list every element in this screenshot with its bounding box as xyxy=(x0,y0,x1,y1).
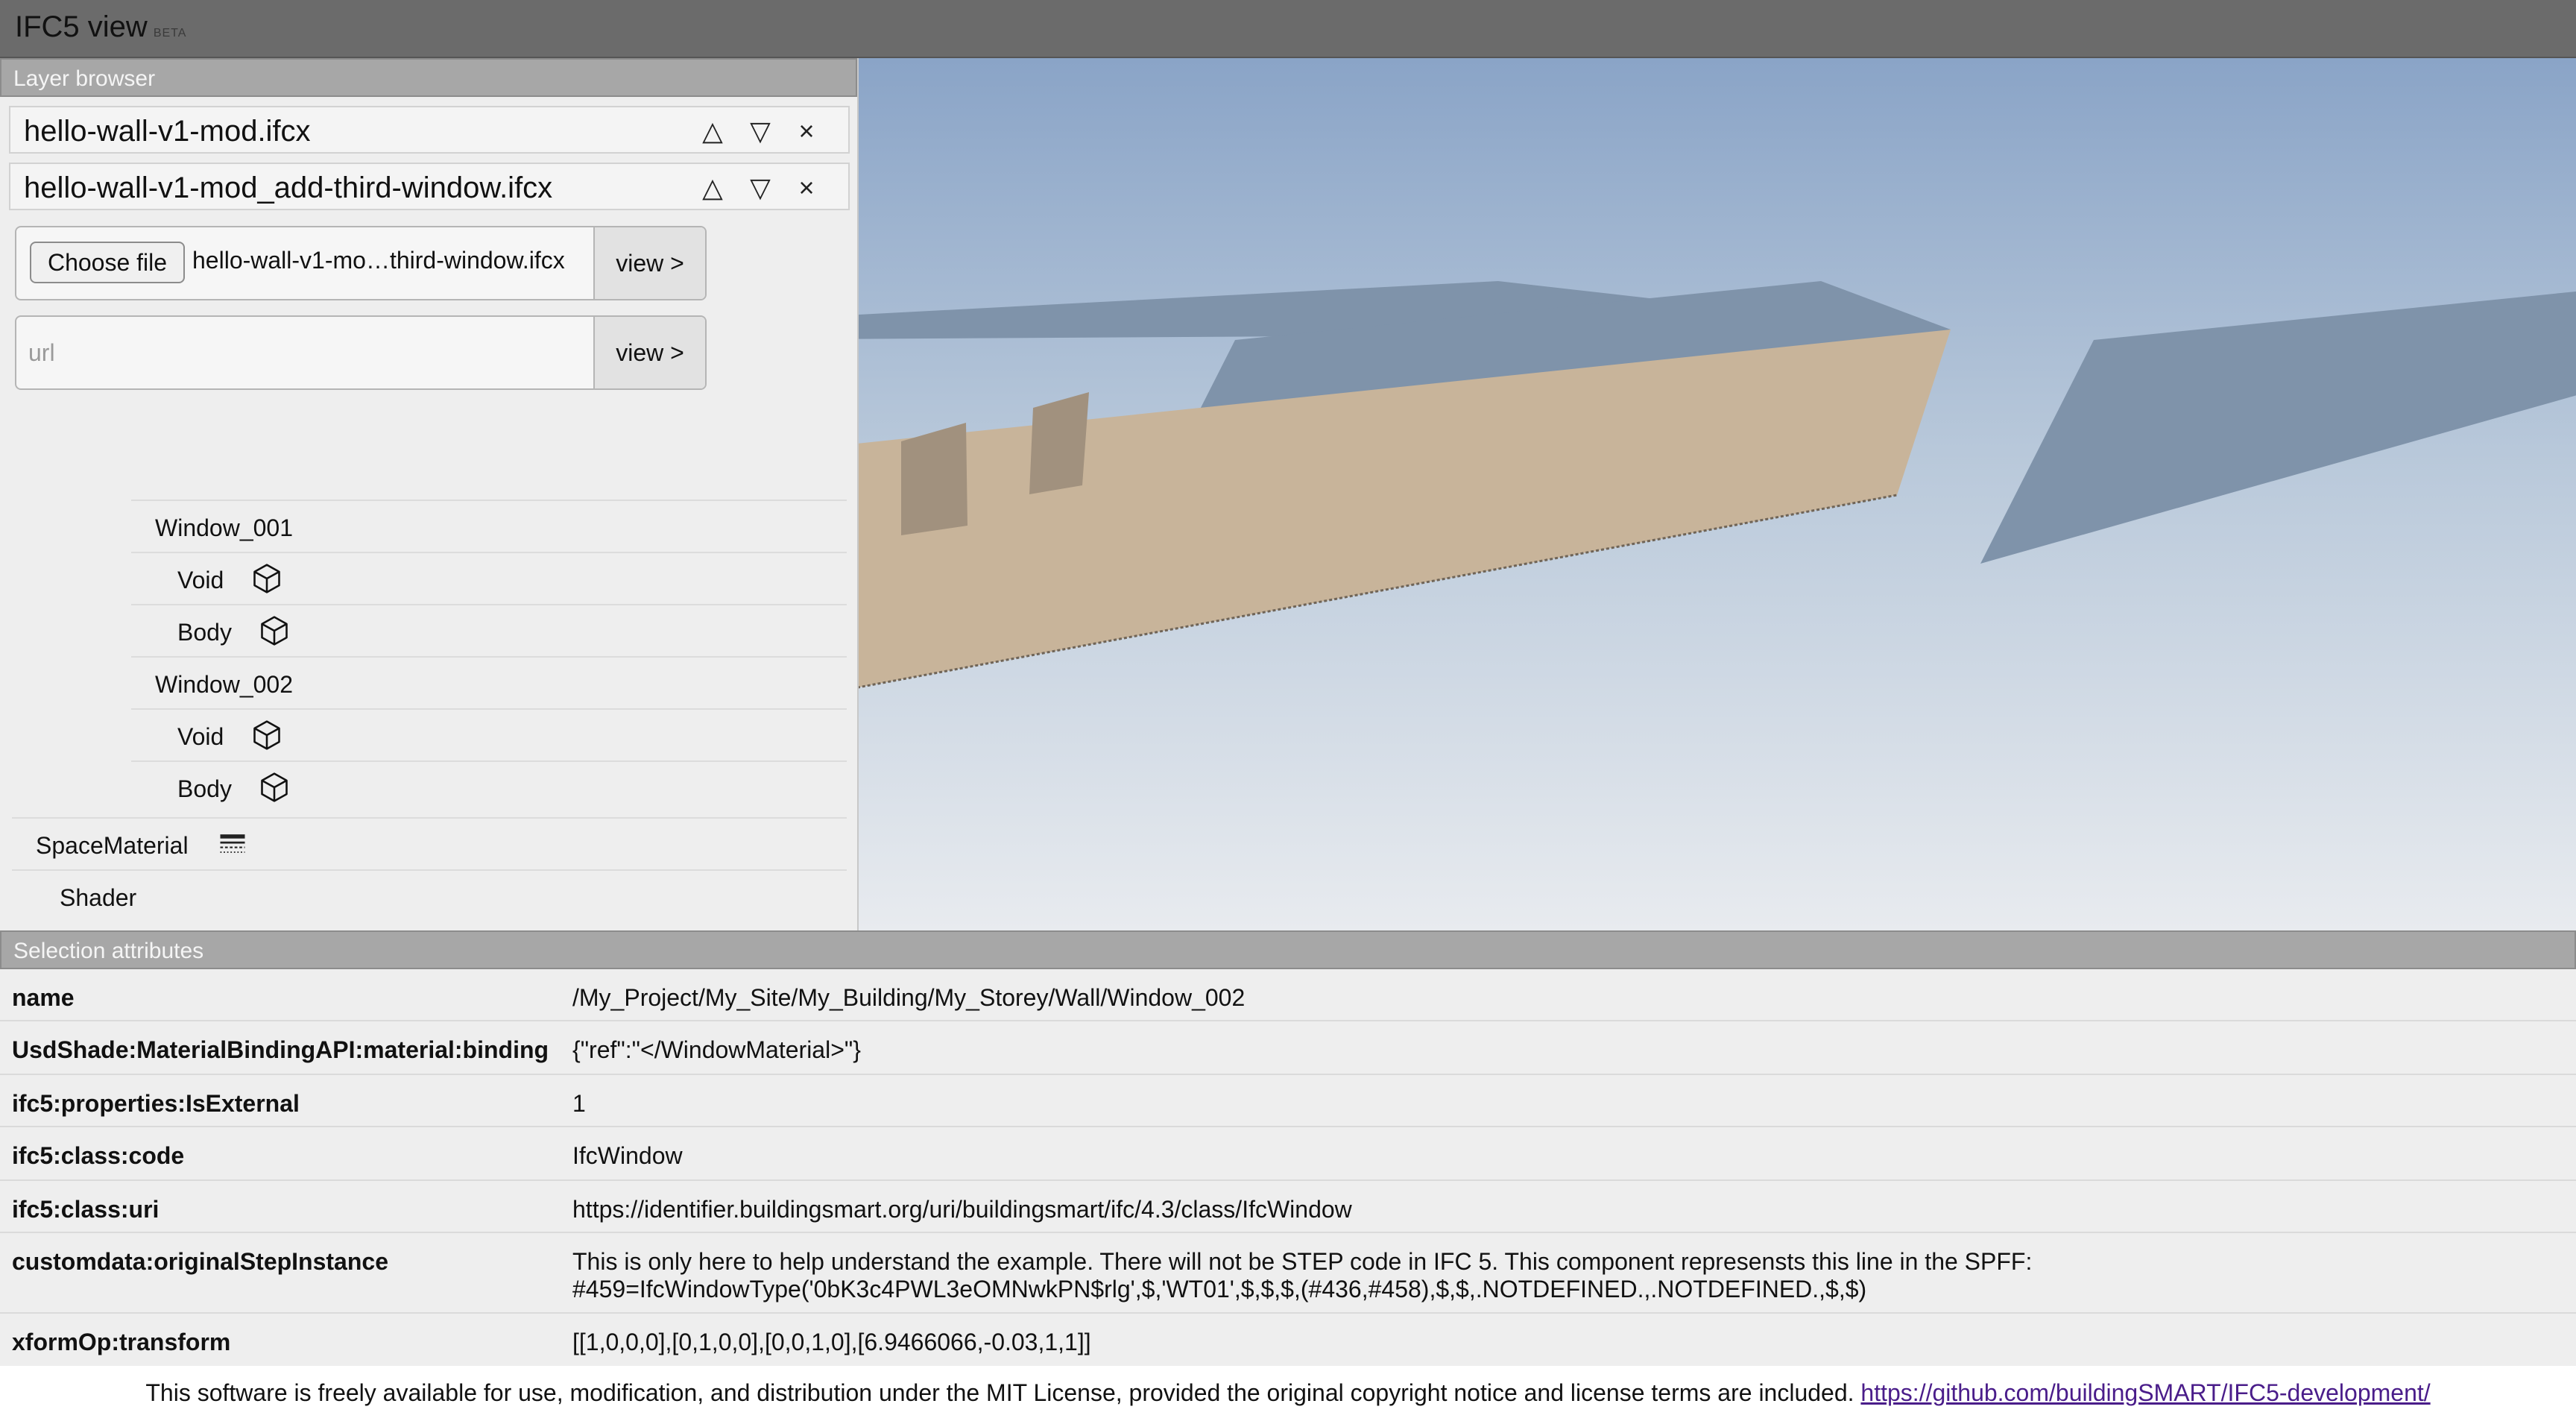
wall-front-face xyxy=(859,330,1951,687)
tree-item-label: SpaceMaterial xyxy=(36,832,189,859)
window-opening xyxy=(1029,392,1089,494)
triangle-up-icon[interactable]: △ xyxy=(696,173,729,203)
window-opening xyxy=(901,423,967,535)
tree-item-shader[interactable]: Shader xyxy=(12,869,847,922)
material-icon[interactable] xyxy=(216,828,249,860)
app-title-text: IFC5 view xyxy=(15,10,148,43)
attribute-row: ifc5:properties:IsExternal 1 xyxy=(0,1075,2576,1127)
selection-attributes-header: Selection attributes xyxy=(0,930,2576,969)
tree-item-label: Window_002 xyxy=(155,671,293,698)
license-text: This software is freely available for us… xyxy=(145,1379,1861,1406)
tree-item-void[interactable]: Void xyxy=(131,708,847,760)
attribute-key: ifc5:properties:IsExternal xyxy=(12,1090,300,1117)
attribute-key: xformOp:transform xyxy=(12,1329,231,1355)
cube-icon[interactable] xyxy=(258,771,291,804)
attribute-row: ifc5:class:code IfcWindow xyxy=(0,1127,2576,1181)
attribute-row: UsdShade:MaterialBindingAPI:material:bin… xyxy=(0,1021,2576,1075)
tree-item-label: Body xyxy=(177,619,232,646)
beta-badge: BETA xyxy=(153,27,187,40)
layer-browser-header: Layer browser xyxy=(0,58,857,97)
layer-name: hello-wall-v1-mod.ifcx xyxy=(24,115,311,148)
selection-attributes-panel: Selection attributes name /My_Project/My… xyxy=(0,930,2576,1366)
tree-item-window-001[interactable]: Window_001 xyxy=(131,500,847,552)
tree-item-label: Void xyxy=(177,567,224,593)
attribute-value: 1 xyxy=(572,1090,586,1117)
tree-item-void[interactable]: Void xyxy=(131,552,847,604)
tree-item-label: Window_001 xyxy=(155,514,293,541)
triangle-down-icon[interactable]: ▽ xyxy=(744,173,777,203)
attribute-value: https://identifier.buildingsmart.org/uri… xyxy=(572,1196,1352,1223)
building-model xyxy=(859,281,2576,689)
cube-icon[interactable] xyxy=(250,562,283,595)
file-picker: Choose file hello-wall-v1-mo…third-windo… xyxy=(15,226,707,300)
triangle-down-icon[interactable]: ▽ xyxy=(744,116,777,146)
attribute-value: {"ref":"</WindowMaterial>"} xyxy=(572,1036,861,1063)
attribute-value: IfcWindow xyxy=(572,1142,683,1169)
attribute-row: ifc5:class:uri https://identifier.buildi… xyxy=(0,1181,2576,1233)
attribute-key: customdata:originalStepInstance xyxy=(12,1248,388,1275)
tree-item-spacematerial[interactable]: SpaceMaterial xyxy=(12,817,847,869)
attribute-key: UsdShade:MaterialBindingAPI:material:bin… xyxy=(12,1036,549,1063)
attribute-row: name /My_Project/My_Site/My_Building/My_… xyxy=(0,969,2576,1021)
selected-file-name: hello-wall-v1-mo…third-window.ifcx xyxy=(192,247,565,274)
close-icon[interactable]: × xyxy=(790,173,823,203)
layer-name: hello-wall-v1-mod_add-third-window.ifcx xyxy=(24,171,553,204)
attribute-value: This is only here to help understand the… xyxy=(572,1248,2032,1303)
attribute-value-line: #459=IfcWindowType('0bK3c4PWL3eOMNwkPN$r… xyxy=(572,1276,1867,1302)
attribute-value-line: This is only here to help understand the… xyxy=(572,1248,2033,1275)
3d-viewport[interactable] xyxy=(859,58,2576,930)
attribute-value: /My_Project/My_Site/My_Building/My_Store… xyxy=(572,984,1246,1011)
tree-item-body[interactable]: Body xyxy=(131,604,847,656)
choose-file-button[interactable]: Choose file xyxy=(30,242,185,283)
tree-item-window-002[interactable]: Window_002 xyxy=(131,656,847,708)
layer-item[interactable]: hello-wall-v1-mod.ifcx △ ▽ × xyxy=(9,106,850,154)
tree-item-label: Body xyxy=(177,775,232,802)
layer-browser-panel: Layer browser hello-wall-v1-mod.ifcx △ ▽… xyxy=(0,58,859,930)
license-footer: This software is freely available for us… xyxy=(0,1366,2576,1427)
url-input[interactable] xyxy=(16,317,592,388)
view-file-button[interactable]: view > xyxy=(593,227,705,299)
layer-item[interactable]: hello-wall-v1-mod_add-third-window.ifcx … xyxy=(9,163,850,210)
view-url-button[interactable]: view > xyxy=(593,317,705,388)
github-link[interactable]: https://github.com/buildingSMART/IFC5-de… xyxy=(1860,1379,2430,1406)
app-title: IFC5 view BETA xyxy=(15,10,186,44)
attribute-value: [[1,0,0,0],[0,1,0,0],[0,0,1,0],[6.946606… xyxy=(572,1329,1091,1355)
attribute-key: ifc5:class:uri xyxy=(12,1196,160,1223)
cube-icon[interactable] xyxy=(258,614,291,647)
title-bar: IFC5 view BETA xyxy=(0,0,2576,58)
tree-item-label: Shader xyxy=(60,884,137,911)
wall-top-face xyxy=(1980,291,2576,564)
tree-item-label: Void xyxy=(177,723,224,750)
attribute-row: customdata:originalStepInstance This is … xyxy=(0,1233,2576,1314)
close-icon[interactable]: × xyxy=(790,116,823,146)
cube-icon[interactable] xyxy=(250,719,283,752)
tree-item-body[interactable]: Body xyxy=(131,760,847,813)
attribute-key: ifc5:class:code xyxy=(12,1142,185,1169)
attribute-key: name xyxy=(12,984,75,1011)
triangle-up-icon[interactable]: △ xyxy=(696,116,729,146)
url-loader: view > xyxy=(15,315,707,390)
attribute-row: xformOp:transform [[1,0,0,0],[0,1,0,0],[… xyxy=(0,1314,2576,1366)
